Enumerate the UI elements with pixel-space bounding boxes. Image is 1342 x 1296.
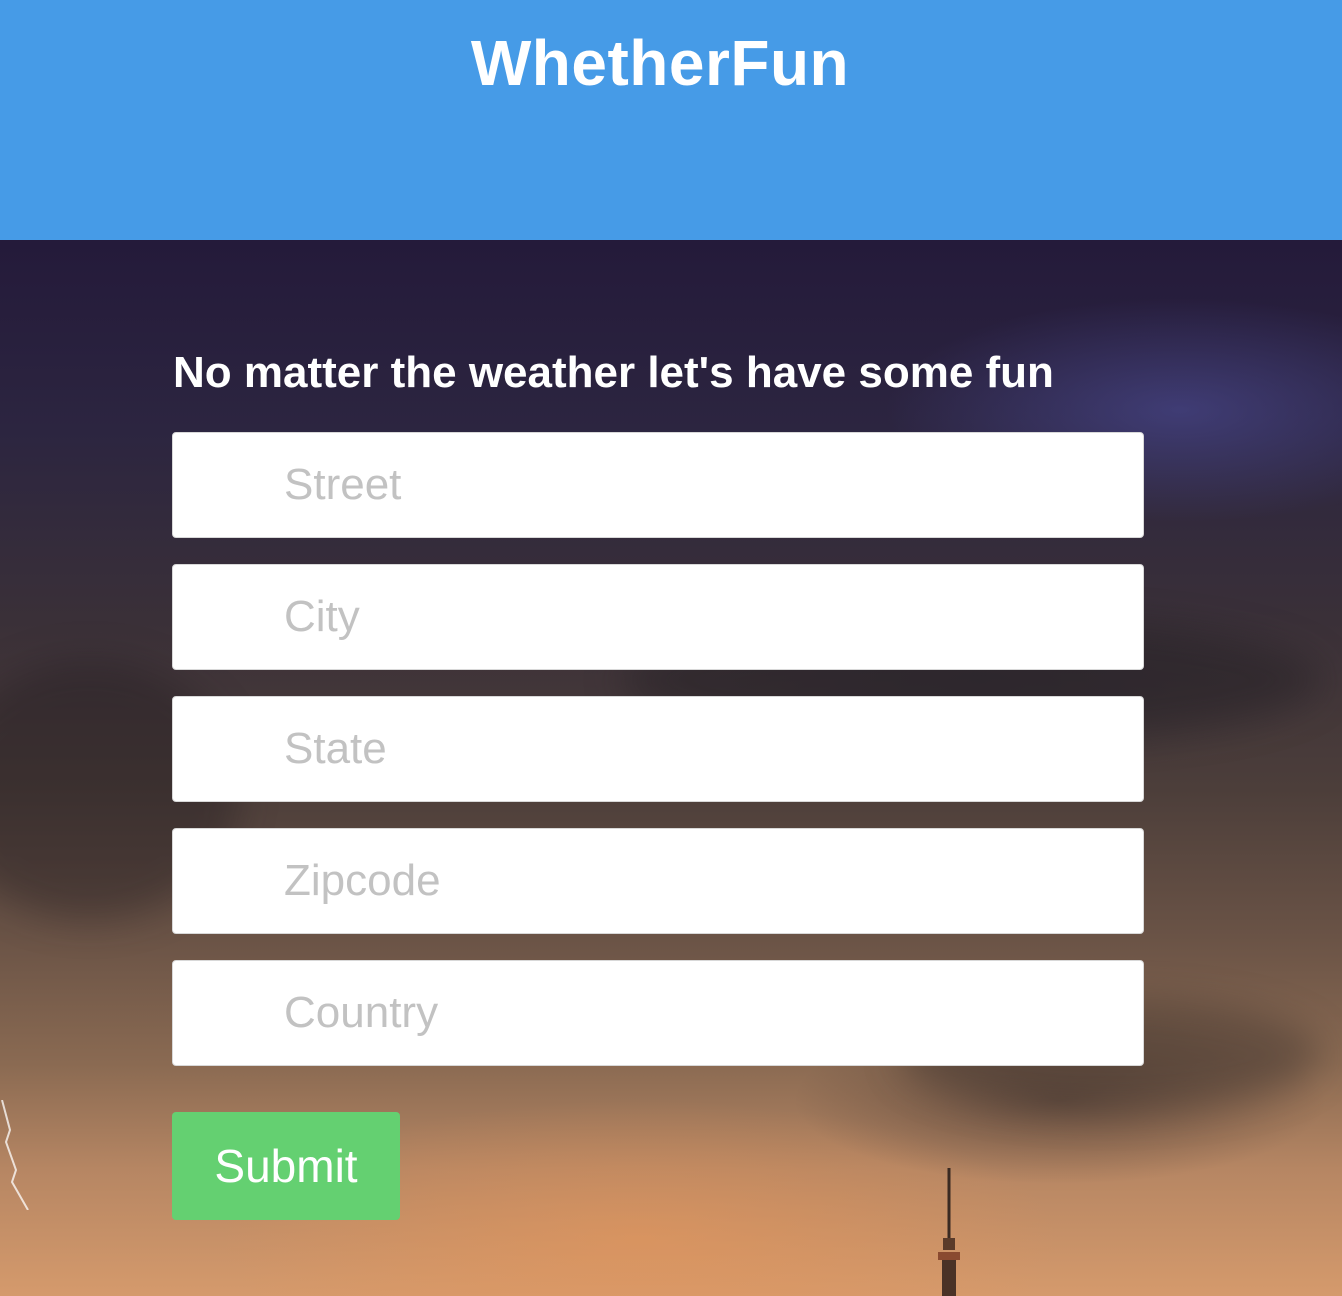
- state-field[interactable]: [172, 696, 1144, 802]
- street-input[interactable]: [173, 433, 1143, 537]
- submit-button[interactable]: Submit: [172, 1112, 400, 1220]
- zipcode-field[interactable]: [172, 828, 1144, 934]
- lightning-bolt-icon: [1, 1100, 29, 1210]
- city-input[interactable]: [173, 565, 1143, 669]
- country-input[interactable]: [173, 961, 1143, 1065]
- app-title: WhetherFun: [470, 27, 850, 99]
- tagline: No matter the weather let's have some fu…: [173, 348, 1054, 397]
- page: WhetherFun No matter the weather let's h…: [0, 0, 1342, 1296]
- city-field[interactable]: [172, 564, 1144, 670]
- street-field[interactable]: [172, 432, 1144, 538]
- state-input[interactable]: [173, 697, 1143, 801]
- tv-tower-icon: [938, 1168, 960, 1296]
- country-field[interactable]: [172, 960, 1144, 1066]
- zipcode-input[interactable]: [173, 829, 1143, 933]
- app-header: WhetherFun: [0, 0, 1342, 240]
